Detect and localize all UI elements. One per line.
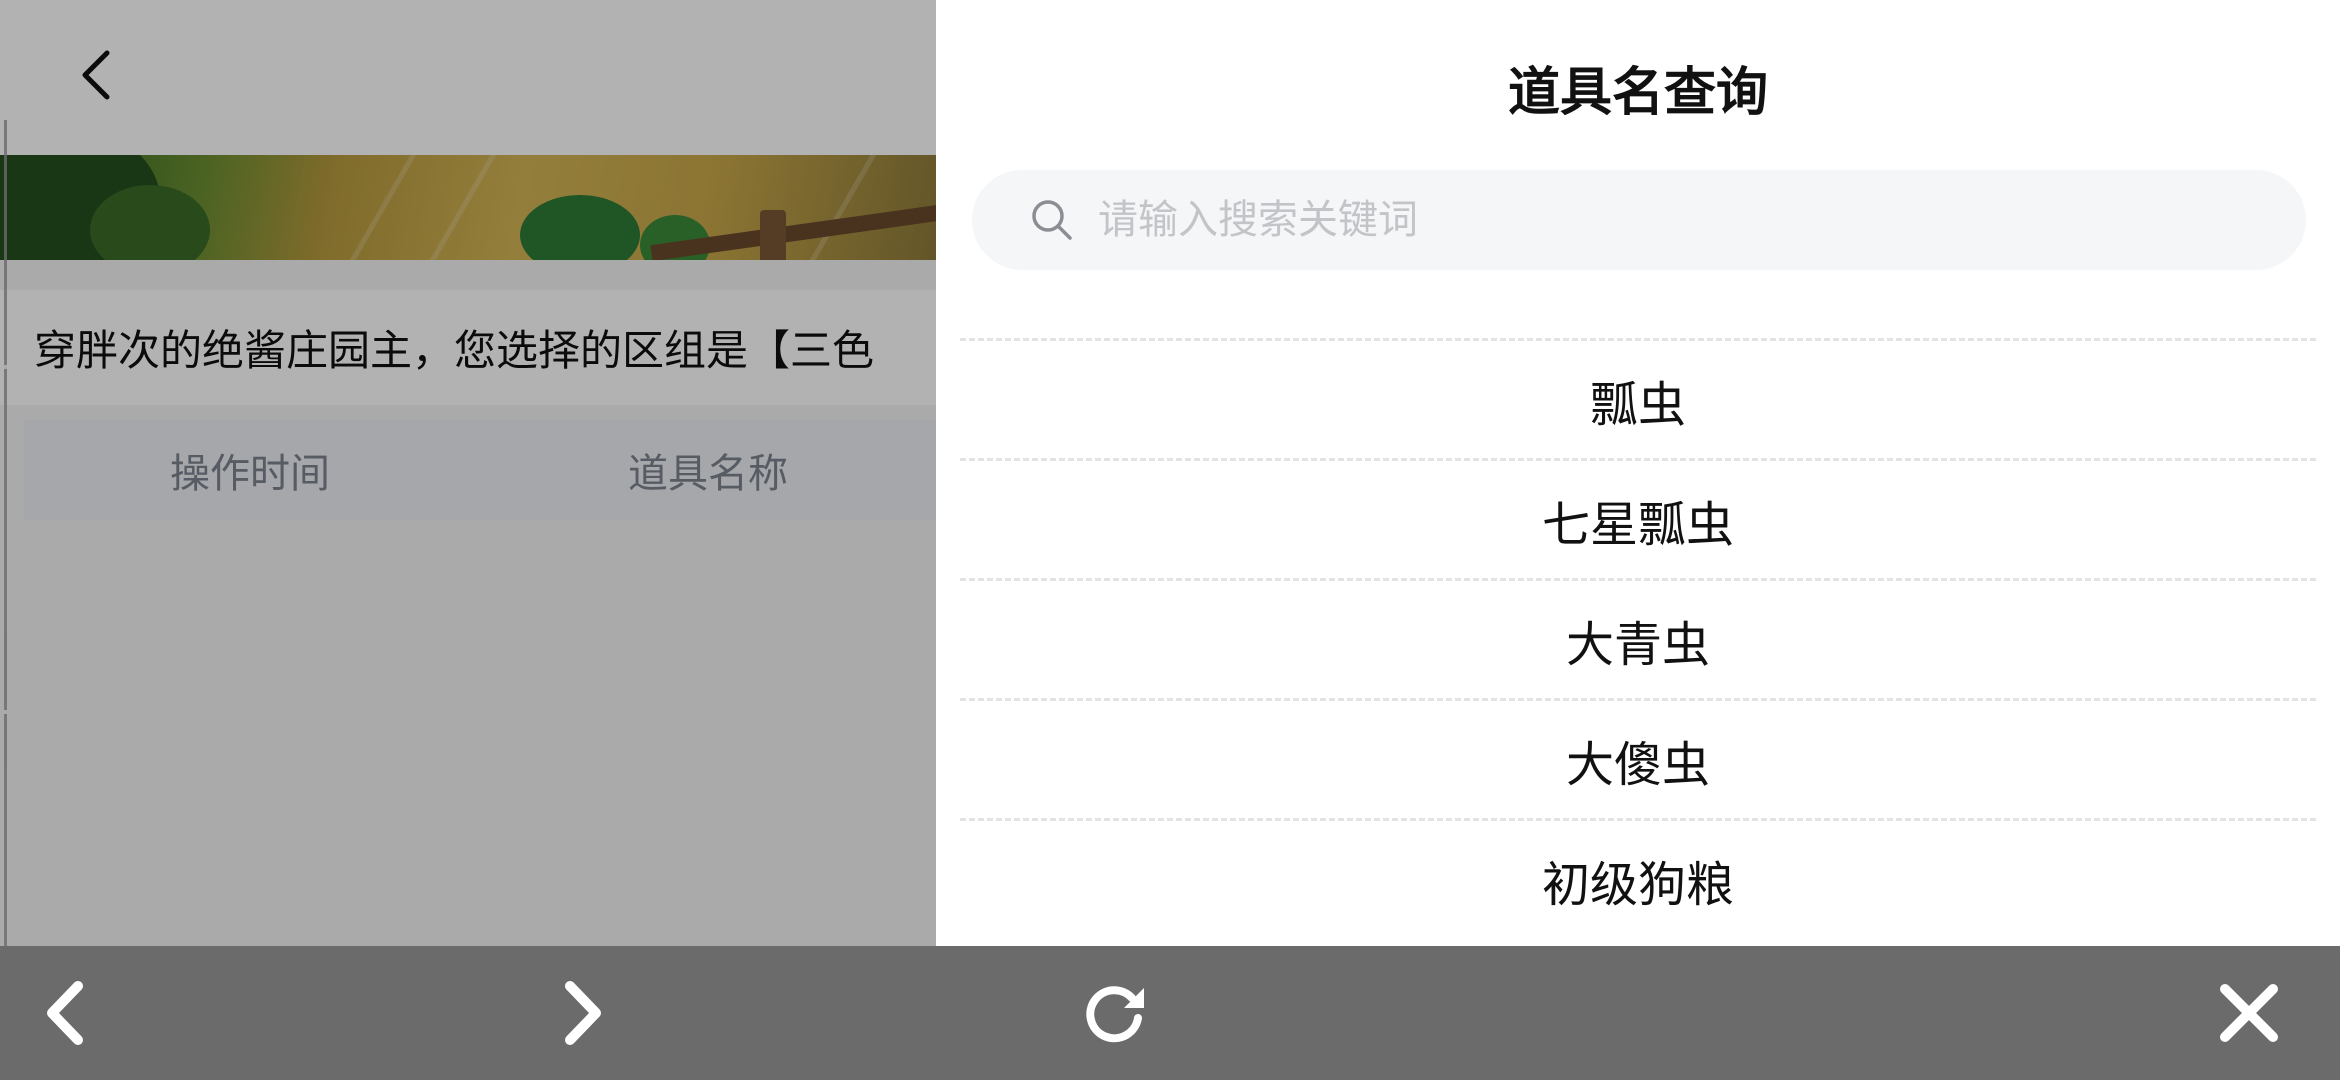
back-arrow-icon — [47, 981, 83, 1045]
nav-forward-button[interactable] — [538, 968, 628, 1058]
result-item[interactable]: 初级狗粮 — [960, 818, 2316, 938]
search-input[interactable] — [1096, 196, 2250, 244]
refresh-icon — [1086, 986, 1144, 1043]
result-list: 瓢虫 七星瓢虫 大青虫 大傻虫 初级狗粮 — [960, 338, 2316, 938]
forward-arrow-icon — [565, 981, 601, 1045]
nav-back-button[interactable] — [20, 968, 110, 1058]
drawer-title: 道具名查询 — [1507, 63, 1768, 123]
result-item[interactable]: 瓢虫 — [960, 338, 2316, 458]
search-box[interactable] — [972, 170, 2306, 270]
item-search-drawer: 道具名查询 瓢虫 七星瓢虫 大青虫 大傻虫 初级狗粮 — [936, 0, 2340, 946]
result-item[interactable]: 七星瓢虫 — [960, 458, 2316, 578]
bottom-toolbar — [0, 946, 2340, 1080]
result-item[interactable]: 大青虫 — [960, 578, 2316, 698]
refresh-button[interactable] — [1070, 968, 1160, 1058]
close-button[interactable] — [2204, 968, 2294, 1058]
search-icon — [1022, 190, 1082, 250]
result-item[interactable]: 大傻虫 — [960, 698, 2316, 818]
close-icon — [2220, 984, 2278, 1042]
